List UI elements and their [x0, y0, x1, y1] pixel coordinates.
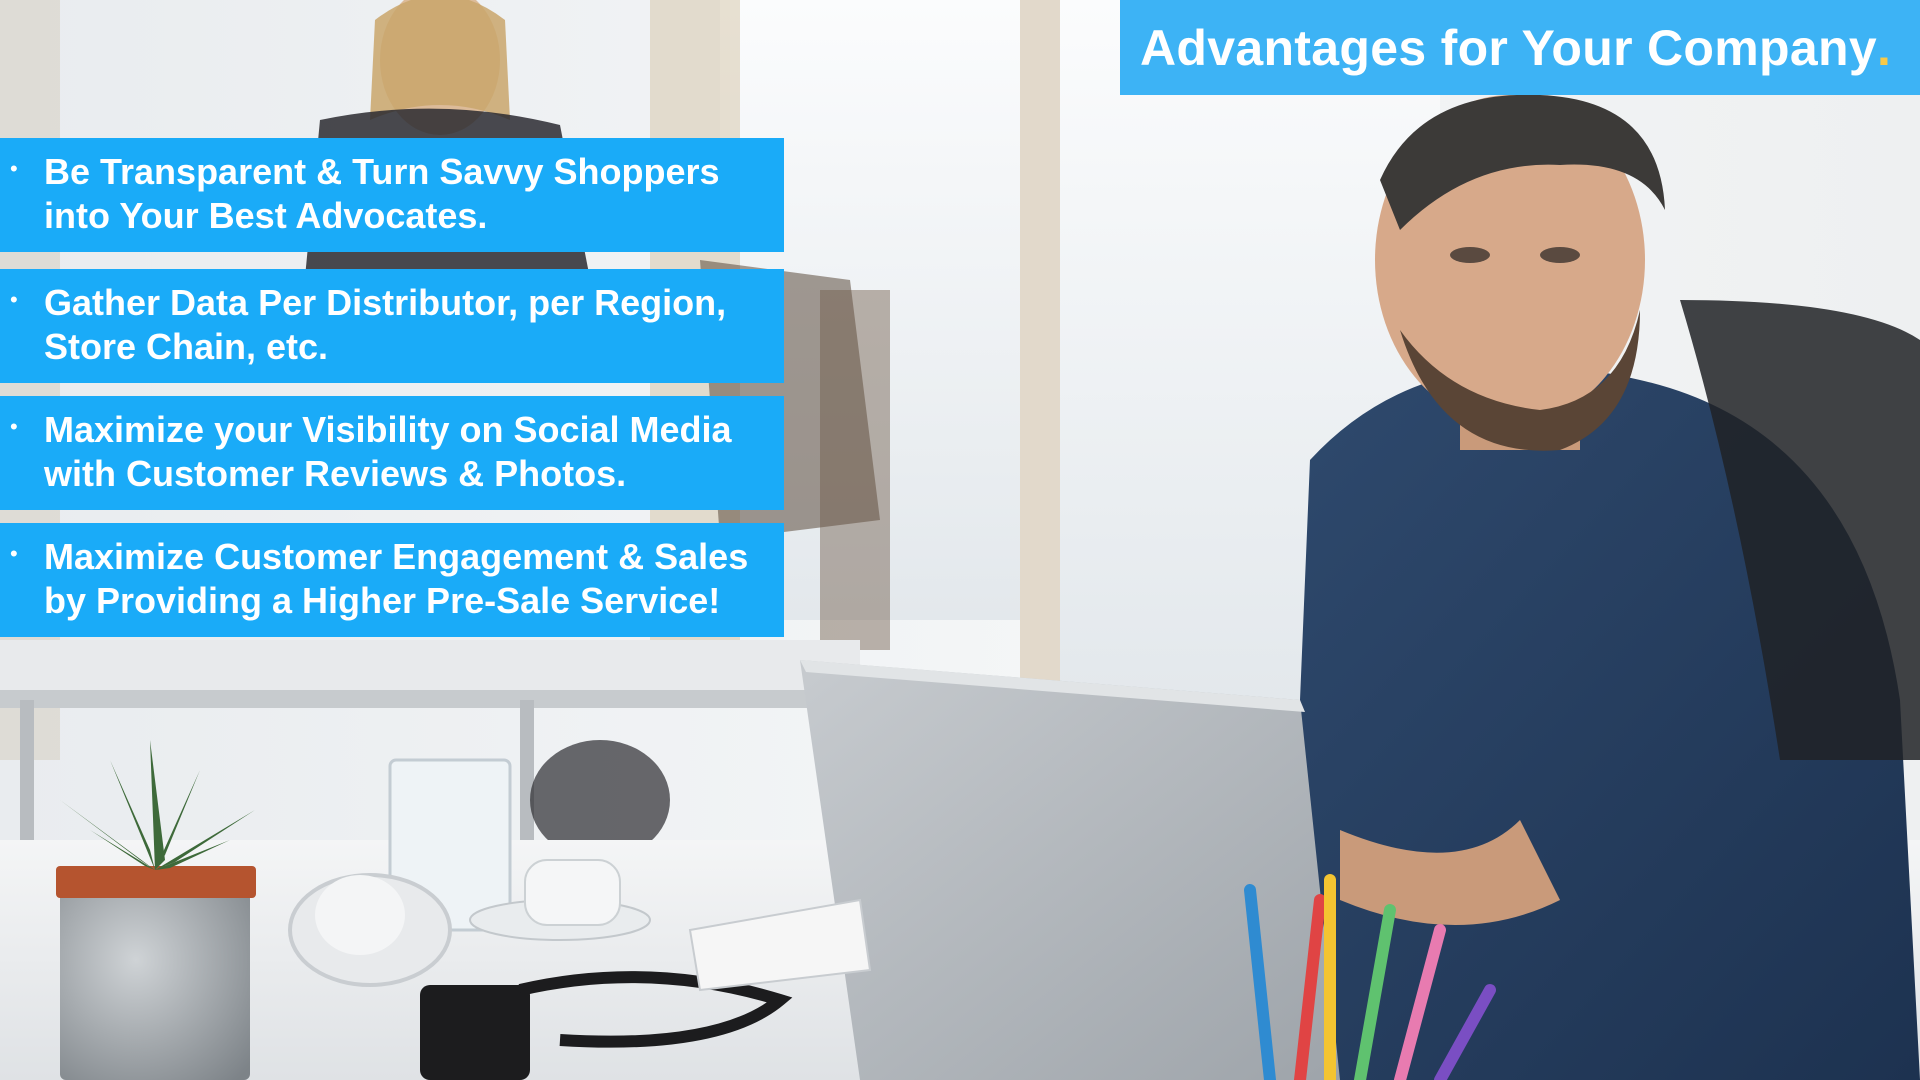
- list-item-text: Gather Data Per Distributor, per Region,…: [44, 282, 727, 367]
- list-item: • Be Transparent & Turn Savvy Shoppers i…: [0, 138, 784, 252]
- slide: Advantages for Your Company. • Be Transp…: [0, 0, 1920, 1080]
- list-item-text: Maximize your Visibility on Social Media…: [44, 409, 732, 494]
- bullet-icon: •: [10, 414, 18, 439]
- title-bar: Advantages for Your Company.: [1120, 0, 1920, 95]
- list-item: • Gather Data Per Distributor, per Regio…: [0, 269, 784, 383]
- list-item: • Maximize Customer Engagement & Sales b…: [0, 523, 784, 637]
- bullet-icon: •: [10, 541, 18, 566]
- list-item-text: Maximize Customer Engagement & Sales by …: [44, 536, 749, 621]
- bullet-icon: •: [10, 287, 18, 312]
- title-accent-dot: .: [1876, 19, 1891, 76]
- list-item-text: Be Transparent & Turn Savvy Shoppers int…: [44, 151, 720, 236]
- list-item: • Maximize your Visibility on Social Med…: [0, 396, 784, 510]
- bullet-icon: •: [10, 156, 18, 181]
- page-title: Advantages for Your Company: [1140, 19, 1877, 76]
